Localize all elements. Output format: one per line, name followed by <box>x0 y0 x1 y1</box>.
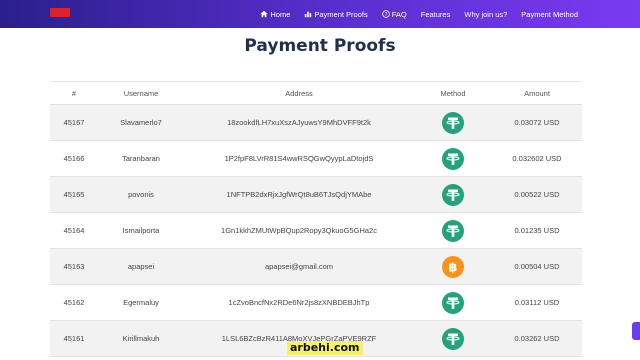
cell-amount: 0.03112 USD <box>514 298 560 307</box>
watermark: arbehi.com <box>287 341 363 355</box>
cell-id: 45166 <box>63 154 85 163</box>
nav-item-payment-method[interactable]: Payment Method <box>521 10 578 19</box>
tether-icon <box>442 111 464 134</box>
cell-address: 1P2fpF8LVrR81S4wwRSQGwQyypLaDtojdS <box>224 154 374 163</box>
site-logo[interactable] <box>50 8 70 17</box>
cell-amount: 0.00504 USD <box>514 262 560 271</box>
cell-username: Kirillmakuh <box>122 334 160 343</box>
table-row: 45165 povonis 1NFTPB2dxRjxJgfWrQt8uB6TJsQd… <box>50 177 582 213</box>
table-body: 45167 Slavamerlo7 18zookdfLH7xuXszAJyuwsY9… <box>50 105 582 357</box>
nav-item-label: FAQ <box>391 9 407 19</box>
svg-text:฿: ฿ <box>449 259 458 274</box>
table-row: 45163 apapsei apapsei@gmail.com ฿ 0.00504 US… <box>50 249 582 285</box>
page-title: Payment Proofs <box>244 36 396 56</box>
cell-address: 1NFTPB2dxRjxJgfWrQt8uB6TJsQdjYMAbe <box>226 190 372 199</box>
table-row: 45162 Egermaluy 1cZvoBncfNx2RDe6Nr2js8zXNB… <box>50 285 582 321</box>
cell-address: apapsei@gmail.com <box>264 262 334 271</box>
tether-icon <box>442 147 464 170</box>
nav-menu: Home Payment Proofs ? FAQ Features Why j… <box>260 0 578 28</box>
nav-item-label: Home <box>270 9 291 19</box>
cell-address: 1cZvoBncfNx2RDe6Nr2js8zXNBDEBJhTp <box>228 298 370 307</box>
nav-item-features[interactable]: Features <box>421 10 451 19</box>
cell-method <box>414 111 492 134</box>
cell-method <box>414 147 492 170</box>
svg-text:?: ? <box>384 12 387 18</box>
column-header-username: Username <box>123 88 159 98</box>
cell-amount: 0.03072 USD <box>514 118 560 127</box>
cell-method: ฿ <box>414 255 492 278</box>
cell-address: 1Gn1kkhZMUtWpBQup2Ropy3QkuoG5GHa2c <box>221 226 377 235</box>
nav-item-home[interactable]: Home <box>260 10 290 19</box>
cell-username: povonis <box>128 190 154 199</box>
side-tab-button[interactable] <box>632 322 640 340</box>
nav-item-label: Payment Method <box>521 9 578 19</box>
table-header: # Username Address Method Amount <box>50 81 582 105</box>
table-row: 45166 Taranbaran 1P2fpF8LVrR81S4wwRSQGwQyy… <box>50 141 582 177</box>
table-row: 45164 Ismailporta 1Gn1kkhZMUtWpBQup2Ropy3Q… <box>50 213 582 249</box>
tether-icon <box>442 327 464 350</box>
cell-method <box>414 219 492 242</box>
cell-method <box>414 327 492 350</box>
chart-icon <box>304 10 312 18</box>
home-icon <box>260 10 268 18</box>
table-row: 45167 Slavamerlo7 18zookdfLH7xuXszAJyuwsY9… <box>50 105 582 141</box>
cell-username: apapsei <box>127 262 155 271</box>
cell-username: Egermaluy <box>123 298 159 307</box>
column-header-id: # <box>71 88 77 98</box>
nav-item-faq[interactable]: ? FAQ <box>381 9 407 19</box>
cell-id: 45163 <box>63 262 85 271</box>
cell-amount: 0.03262 USD <box>514 334 560 343</box>
column-header-method: Method <box>440 88 466 98</box>
cell-username: Ismailporta <box>122 226 160 235</box>
cell-method <box>414 291 492 314</box>
cell-username: Slavamerlo7 <box>120 118 162 127</box>
nav-item-why-join-us[interactable]: Why join us? <box>464 10 507 19</box>
tether-icon <box>442 219 464 242</box>
nav-item-label: Features <box>420 9 451 19</box>
cell-amount: 0.00522 USD <box>514 190 560 199</box>
question-icon: ? <box>381 10 390 18</box>
cell-id: 45164 <box>63 226 85 235</box>
cell-method <box>414 183 492 206</box>
nav-item-label: Payment Proofs <box>314 9 368 19</box>
cell-id: 45162 <box>63 298 85 307</box>
cell-username: Taranbaran <box>122 154 160 163</box>
cell-amount: 0.032602 USD <box>512 154 562 163</box>
payment-proofs-table: # Username Address Method Amount 45167 Sl… <box>50 81 582 357</box>
cell-id: 45165 <box>63 190 85 199</box>
tether-icon <box>442 291 464 314</box>
tether-icon <box>442 183 464 206</box>
top-navbar: Home Payment Proofs ? FAQ Features Why j… <box>0 0 640 28</box>
bitcoin-icon: ฿ <box>442 255 464 278</box>
cell-id: 45167 <box>63 118 85 127</box>
nav-item-payment-proofs[interactable]: Payment Proofs <box>304 9 368 19</box>
cell-id: 45161 <box>63 334 85 343</box>
cell-address: 18zookdfLH7xuXszAJyuwsY9MhDVFF9t2k <box>227 118 371 127</box>
column-header-amount: Amount <box>524 88 550 98</box>
nav-item-label: Why join us? <box>464 9 508 19</box>
cell-amount: 0.01235 USD <box>514 226 560 235</box>
column-header-address: Address <box>285 88 313 98</box>
